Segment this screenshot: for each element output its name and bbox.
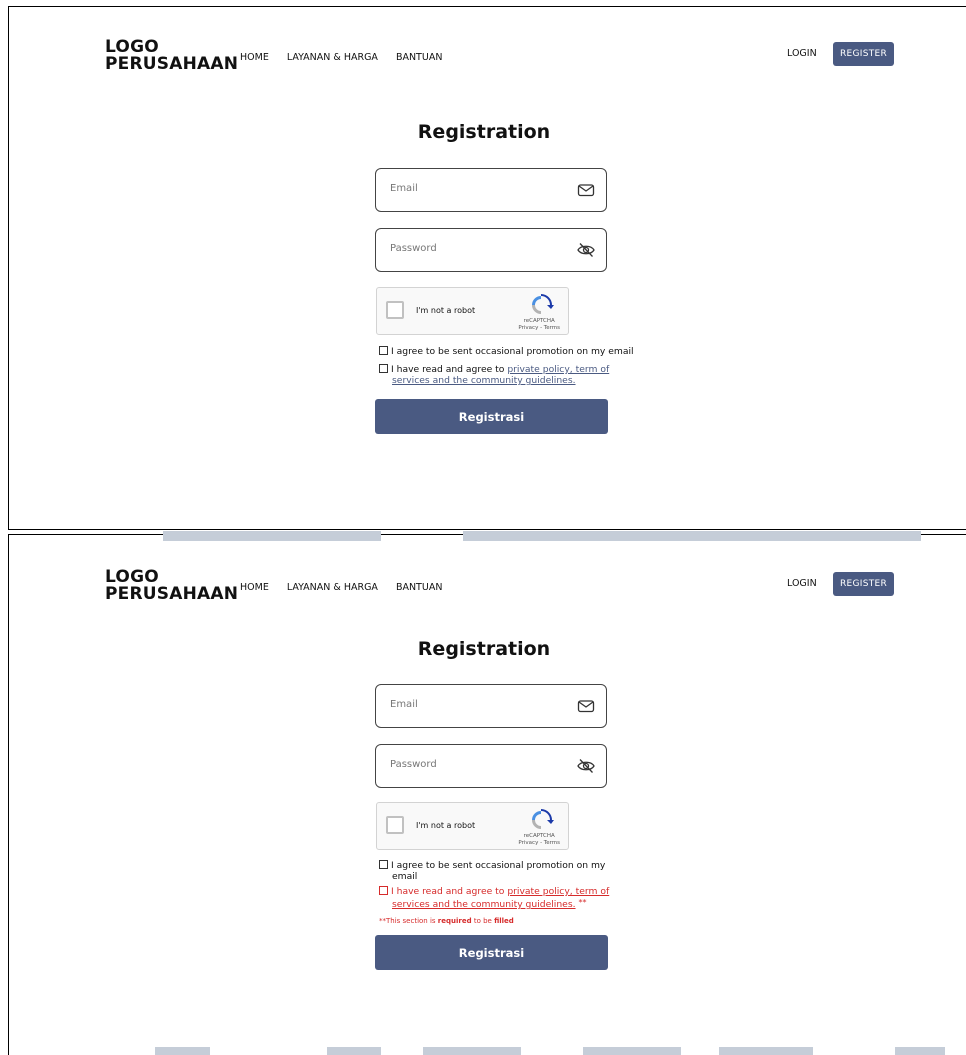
promo-checkbox[interactable]	[379, 860, 388, 869]
page-title: Registration	[417, 638, 551, 660]
recaptcha-brand-text: reCAPTCHA	[523, 833, 555, 839]
register-button[interactable]: REGISTER	[833, 572, 894, 596]
error-middle: to be	[471, 917, 495, 925]
logo-line2: PERUSAHAAN	[105, 54, 239, 74]
watermark-bar	[327, 1047, 381, 1055]
terms-checkbox-row[interactable]: I have read and agree to private policy,…	[379, 364, 609, 386]
terms-link-line2[interactable]: services and the community guidelines.	[392, 375, 576, 386]
error-required: required	[437, 917, 472, 925]
password-placeholder: Password	[390, 759, 437, 770]
email-field[interactable]: Email	[375, 168, 607, 212]
terms-label-prefix: I have read and agree to	[391, 886, 508, 897]
login-link[interactable]: LOGIN	[787, 48, 817, 59]
terms-link-line2[interactable]: services and the community guidelines.	[392, 899, 576, 910]
nav-bantuan[interactable]: BANTUAN	[396, 582, 442, 593]
register-button[interactable]: REGISTER	[833, 42, 894, 66]
promo-checkbox-row[interactable]: I agree to be sent occasional promotion …	[379, 860, 605, 882]
recaptcha-brand-text: reCAPTCHA	[523, 318, 555, 324]
password-field[interactable]: Password	[375, 228, 607, 272]
watermark-bar	[163, 531, 381, 541]
error-prefix: **This section is	[379, 917, 438, 925]
password-field[interactable]: Password	[375, 744, 607, 788]
terms-link-line1[interactable]: private policy, term of	[507, 364, 609, 375]
terms-checkbox[interactable]	[379, 364, 388, 373]
recaptcha-privacy-terms[interactable]: Privacy - Terms	[518, 840, 560, 847]
nav-layanan-harga[interactable]: LAYANAN & HARGA	[287, 52, 378, 63]
recaptcha-label: I'm not a robot	[416, 821, 476, 830]
recaptcha-logo-icon	[532, 809, 554, 829]
promo-checkbox-label-cont: email	[392, 871, 418, 882]
login-link[interactable]: LOGIN	[787, 578, 817, 589]
recaptcha-logo-icon	[532, 294, 554, 314]
recaptcha-brand: reCAPTCHA Privacy - Terms	[518, 833, 560, 847]
company-logo[interactable]: LOGO PERUSAHAAN	[105, 39, 238, 73]
watermark-bar	[895, 1047, 945, 1055]
watermark-bar	[463, 531, 921, 541]
registration-frame-default: LOGO PERUSAHAAN HOME LAYANAN & HARGA BAN…	[8, 6, 966, 530]
page-title: Registration	[417, 121, 551, 143]
recaptcha-widget: I'm not a robot reCAPTCHA Privacy - Term…	[376, 287, 569, 335]
main-nav: HOME LAYANAN & HARGA BANTUAN	[240, 582, 442, 593]
company-logo[interactable]: LOGO PERUSAHAAN	[105, 569, 238, 603]
terms-checkbox-row-error[interactable]: I have read and agree to private policy,…	[379, 886, 609, 910]
watermark-bar	[583, 1047, 681, 1055]
recaptcha-checkbox[interactable]	[386, 301, 404, 319]
promo-checkbox[interactable]	[379, 346, 388, 355]
eye-off-icon[interactable]	[576, 240, 596, 260]
recaptcha-privacy-terms[interactable]: Privacy - Terms	[518, 325, 560, 332]
watermark-bar	[423, 1047, 521, 1055]
terms-label-prefix: I have read and agree to	[391, 364, 508, 375]
promo-checkbox-label: I agree to be sent occasional promotion …	[391, 346, 634, 357]
email-placeholder: Email	[390, 699, 418, 710]
required-marker: **	[578, 898, 587, 907]
promo-checkbox-label: I agree to be sent occasional promotion …	[391, 860, 606, 871]
mail-icon	[577, 700, 595, 713]
nav-home[interactable]: HOME	[240, 52, 269, 63]
nav-bantuan[interactable]: BANTUAN	[396, 52, 442, 63]
registrasi-button[interactable]: Registrasi	[375, 935, 608, 970]
terms-link-line1[interactable]: private policy, term of	[507, 886, 609, 897]
email-placeholder: Email	[390, 183, 418, 194]
main-nav: HOME LAYANAN & HARGA BANTUAN	[240, 52, 442, 63]
registrasi-button[interactable]: Registrasi	[375, 399, 608, 434]
recaptcha-brand: reCAPTCHA Privacy - Terms	[518, 318, 560, 332]
mail-icon	[577, 184, 595, 197]
nav-home[interactable]: HOME	[240, 582, 269, 593]
logo-line2: PERUSAHAAN	[105, 584, 239, 604]
terms-checkbox[interactable]	[379, 886, 388, 895]
error-filled: filled	[494, 917, 514, 925]
recaptcha-widget: I'm not a robot reCAPTCHA Privacy - Term…	[376, 802, 569, 850]
watermark-bar	[719, 1047, 813, 1055]
eye-off-icon[interactable]	[576, 756, 596, 776]
recaptcha-checkbox[interactable]	[386, 816, 404, 834]
required-error-message: **This section is required to be filled	[379, 917, 514, 925]
recaptcha-label: I'm not a robot	[416, 306, 476, 315]
password-placeholder: Password	[390, 243, 437, 254]
promo-checkbox-row[interactable]: I agree to be sent occasional promotion …	[379, 346, 634, 357]
nav-layanan-harga[interactable]: LAYANAN & HARGA	[287, 582, 378, 593]
watermark-bar	[155, 1047, 210, 1055]
email-field[interactable]: Email	[375, 684, 607, 728]
registration-frame-error: LOGO PERUSAHAAN HOME LAYANAN & HARGA BAN…	[8, 534, 966, 1055]
